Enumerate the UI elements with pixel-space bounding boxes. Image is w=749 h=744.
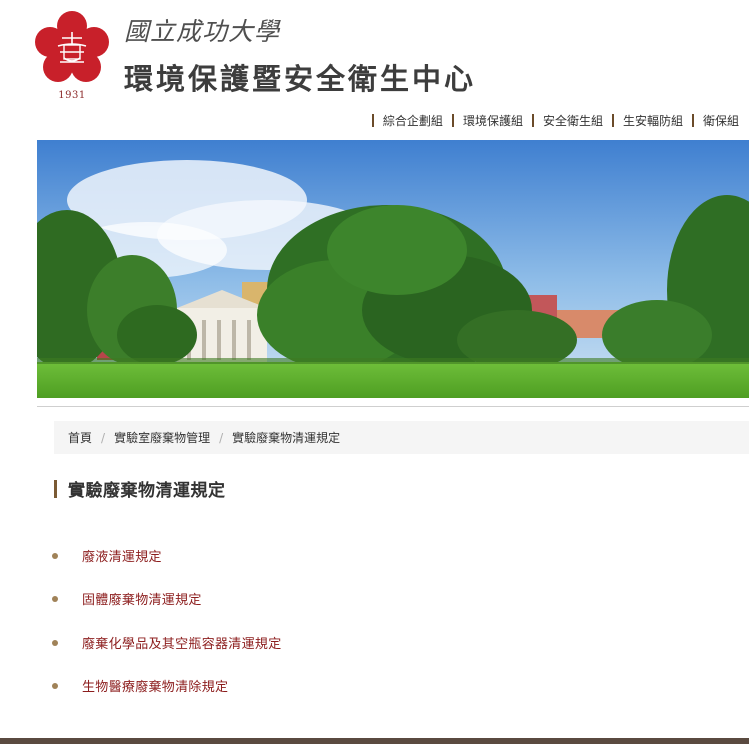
footer-bar: [0, 738, 749, 744]
nav-divider: [531, 114, 534, 127]
heading-accent-bar: [54, 479, 57, 498]
bullet-icon: [52, 553, 58, 559]
breadcrumb-current: 實驗廢棄物清運規定: [232, 431, 341, 445]
list-item: 固體廢棄物清運規定: [52, 589, 282, 632]
link-liquid-waste[interactable]: 廢液清運規定: [82, 546, 162, 565]
link-chemical-waste[interactable]: 廢棄化學品及其空瓶容器清運規定: [82, 633, 282, 652]
nav-divider: [611, 114, 614, 127]
banner-divider: [37, 406, 749, 407]
site-header: 1931 國立成功大學 環境保護暨安全衛生中心 綜合企劃組 環境保護組 安全衛生…: [0, 0, 749, 140]
nav-item-safety-health[interactable]: 安全衛生組: [543, 112, 603, 129]
top-nav: 綜合企劃組 環境保護組 安全衛生組 生安輻防組 衛保組: [363, 112, 739, 129]
bullet-icon: [52, 596, 58, 603]
campus-banyan-tree-photo-icon: [37, 140, 749, 398]
breadcrumb-home[interactable]: 首頁: [68, 429, 92, 446]
page: 1931 國立成功大學 環境保護暨安全衛生中心 綜合企劃組 環境保護組 安全衛生…: [0, 0, 749, 744]
nav-divider: [371, 114, 374, 127]
bullet-icon: [52, 682, 58, 689]
breadcrumb-separator: /: [101, 430, 106, 445]
nav-item-environment[interactable]: 環境保護組: [463, 112, 523, 129]
nav-divider: [691, 114, 694, 127]
page-title: 實驗廢棄物清運規定: [68, 481, 226, 501]
nav-item-planning[interactable]: 綜合企劃組: [383, 112, 443, 129]
plum-blossom-emblem-icon: [35, 11, 109, 82]
ncku-logo[interactable]: 1931: [34, 10, 110, 101]
regulation-link-list: 廢液清運規定 固體廢棄物清運規定 廢棄化學品及其空瓶容器清運規定 生物醫療廢棄物…: [52, 546, 282, 719]
university-name[interactable]: 國立成功大學: [124, 12, 280, 48]
nav-divider: [451, 114, 454, 127]
bullet-icon: [52, 639, 58, 646]
nav-item-biosafety[interactable]: 生安輻防組: [623, 112, 683, 129]
breadcrumb-section[interactable]: 實驗室廢棄物管理: [114, 429, 210, 446]
link-biomedical-waste[interactable]: 生物醫療廢棄物清除規定: [82, 676, 228, 695]
page-heading: 實驗廢棄物清運規定: [54, 476, 226, 501]
logo-year: 1931: [58, 90, 86, 101]
list-item: 生物醫療廢棄物清除規定: [52, 676, 282, 719]
campus-banner: [37, 140, 749, 398]
breadcrumb-separator: /: [219, 430, 224, 445]
breadcrumb: 首頁 / 實驗室廢棄物管理 / 實驗廢棄物清運規定: [54, 421, 749, 454]
center-name[interactable]: 環境保護暨安全衛生中心: [124, 56, 476, 98]
link-solid-waste[interactable]: 固體廢棄物清運規定: [82, 589, 202, 608]
list-item: 廢液清運規定: [52, 546, 282, 589]
nav-item-health-care[interactable]: 衛保組: [703, 112, 739, 129]
list-item: 廢棄化學品及其空瓶容器清運規定: [52, 633, 282, 676]
